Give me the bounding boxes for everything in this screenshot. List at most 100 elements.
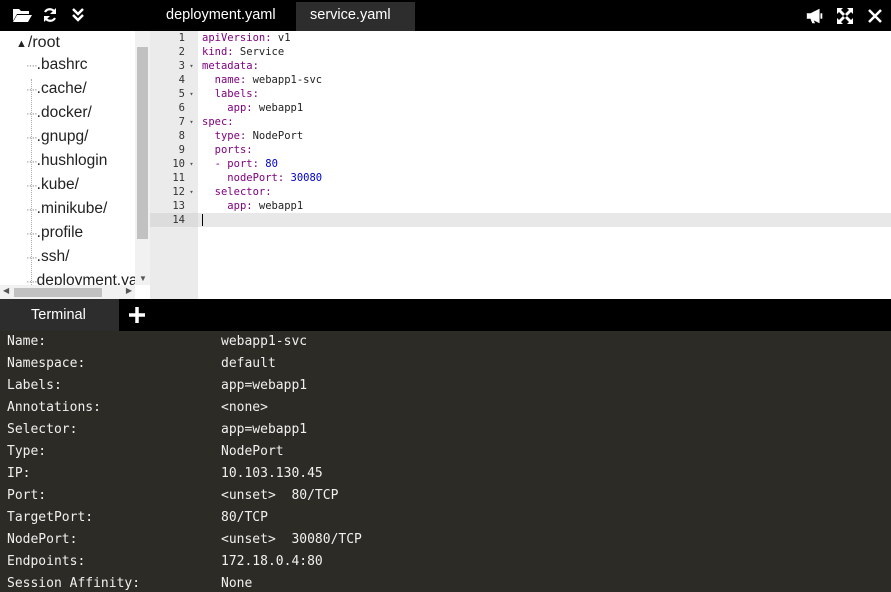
tab-service-yaml[interactable]: service.yaml: [296, 2, 415, 31]
tree-connector: ····: [26, 60, 38, 72]
tree-horizontal-scrollbar[interactable]: ◀ ▶: [0, 285, 135, 299]
code-text: kind: Service: [202, 45, 284, 59]
tab-terminal[interactable]: Terminal: [0, 299, 119, 331]
terminal-value: <unset> 30080/TCP: [221, 532, 362, 547]
fold-arrow-icon[interactable]: ▾: [185, 87, 198, 101]
tree-root-label: /root: [27, 34, 60, 51]
plus-icon: [129, 307, 145, 323]
terminal-value: 172.18.0.4:80: [221, 554, 323, 569]
code-text: labels:: [202, 87, 259, 101]
scroll-right-icon[interactable]: ▶: [126, 286, 132, 295]
tree-item[interactable]: ····.ssh/: [26, 248, 69, 266]
tree-item-label: .docker/: [36, 104, 92, 121]
tree-connector: ····: [26, 204, 38, 216]
add-terminal-button[interactable]: [126, 304, 148, 326]
tree-item[interactable]: ····.bashrc: [26, 56, 88, 74]
yaml-key: kind:: [202, 46, 234, 58]
yaml-key: name:: [214, 74, 247, 86]
terminal-value: <none>: [221, 400, 268, 415]
terminal-key: Namespace:: [7, 356, 86, 371]
code-line: 5 ▾ labels:: [150, 87, 259, 101]
top-bar: deployment.yaml service.yaml: [0, 0, 891, 31]
yaml-value: Service: [233, 46, 285, 58]
yaml-key: app:: [227, 200, 253, 212]
fold-arrow-icon[interactable]: ▾: [185, 157, 198, 171]
tree-item[interactable]: ····.gnupg/: [26, 128, 88, 146]
code-line: 2 kind: Service: [150, 45, 285, 59]
terminal-key: Port:: [7, 488, 47, 503]
tree-vertical-scrollbar[interactable]: ▼: [135, 31, 150, 285]
tree-item-label: .profile: [36, 224, 84, 241]
code-editor[interactable]: 1 apiVersion: v1 2 kind: Service 3 ▾ metadata:…: [150, 31, 891, 299]
terminal-output[interactable]: Name: webapp1-svc Namespace: default Labels:…: [0, 331, 891, 592]
file-tree: ▲/root ····.bashrc ····.cache/····.docker…: [0, 31, 150, 299]
code-line: 7 ▾ spec:: [150, 115, 234, 129]
collapse-icon[interactable]: [68, 5, 88, 25]
scroll-down-icon[interactable]: ▼: [139, 274, 147, 283]
code-line: 14: [150, 213, 198, 227]
terminal-value: default: [221, 356, 276, 371]
code-line: 13 app: webapp1: [150, 199, 303, 213]
terminal-line: NodePort: <unset> 30080/TCP: [0, 529, 891, 551]
code-line: 9 ports:: [150, 143, 253, 157]
fullscreen-icon[interactable]: [835, 6, 855, 26]
yaml-key: labels:: [214, 88, 259, 100]
code-text: - port: 80: [202, 157, 278, 171]
tree-item-label: .hushlogin: [36, 152, 108, 169]
terminal-value: <unset> 80/TCP: [221, 488, 339, 503]
tree-expand-icon[interactable]: ▲: [16, 38, 27, 50]
toolbar-left: [12, 5, 88, 25]
yaml-key: selector:: [214, 186, 272, 198]
line-number: 14: [172, 214, 185, 226]
tree-item[interactable]: ····.cache/: [26, 80, 87, 98]
refresh-icon[interactable]: [40, 5, 60, 25]
terminal-line: Session Affinity: None: [0, 573, 891, 592]
code-text: app: webapp1: [202, 199, 303, 213]
fold-arrow-icon[interactable]: ▾: [185, 115, 198, 129]
terminal-line: Name: webapp1-svc: [0, 331, 891, 353]
code-text: ports:: [202, 143, 253, 157]
folder-open-icon[interactable]: [12, 5, 32, 25]
line-number: 2: [178, 46, 185, 58]
terminal-key: Name:: [7, 334, 47, 349]
tree-item[interactable]: ····.minikube/: [26, 200, 107, 218]
scroll-thumb[interactable]: [14, 288, 102, 297]
scroll-thumb[interactable]: [137, 47, 148, 239]
line-number: 7: [178, 116, 185, 128]
terminal-line: Type: NodePort: [0, 441, 891, 463]
tree-item-label: .bashrc: [36, 56, 88, 73]
tree-item[interactable]: ····.hushlogin: [26, 152, 107, 170]
tab-deployment-yaml[interactable]: deployment.yaml: [152, 2, 294, 31]
terminal-key: Session Affinity:: [7, 576, 141, 591]
tree-root[interactable]: ▲/root: [16, 34, 60, 52]
tree-item[interactable]: ····.profile: [26, 224, 83, 242]
scroll-left-icon[interactable]: ◀: [3, 286, 9, 295]
close-icon[interactable]: [865, 6, 885, 26]
yaml-value: webapp1: [252, 200, 304, 212]
megaphone-icon[interactable]: [805, 6, 825, 26]
terminal-line: IP: 10.103.130.45: [0, 463, 891, 485]
line-number: 10: [172, 158, 185, 170]
tree-item-label: .kube/: [36, 176, 79, 193]
fold-arrow-icon[interactable]: ▾: [185, 185, 198, 199]
tree-item[interactable]: ····.docker/: [26, 104, 92, 122]
code-line: 10 ▾ - port: 80: [150, 157, 278, 171]
yaml-key: - port:: [214, 158, 259, 170]
terminal-line: Annotations: <none>: [0, 397, 891, 419]
fold-arrow-icon[interactable]: ▾: [185, 59, 198, 73]
tree-item-label: .minikube/: [36, 200, 108, 217]
code-line: 1 apiVersion: v1: [150, 31, 291, 45]
terminal-value: app=webapp1: [221, 378, 308, 393]
tree-item[interactable]: ····.kube/: [26, 176, 79, 194]
code-lines: 1 apiVersion: v1 2 kind: Service 3 ▾ metadata:…: [150, 31, 322, 227]
tree-item-label: .cache/: [36, 80, 87, 97]
line-number: 13: [172, 200, 185, 212]
line-number: 1: [178, 32, 185, 44]
line-number: 12: [172, 186, 185, 198]
terminal-key: Labels:: [7, 378, 62, 393]
